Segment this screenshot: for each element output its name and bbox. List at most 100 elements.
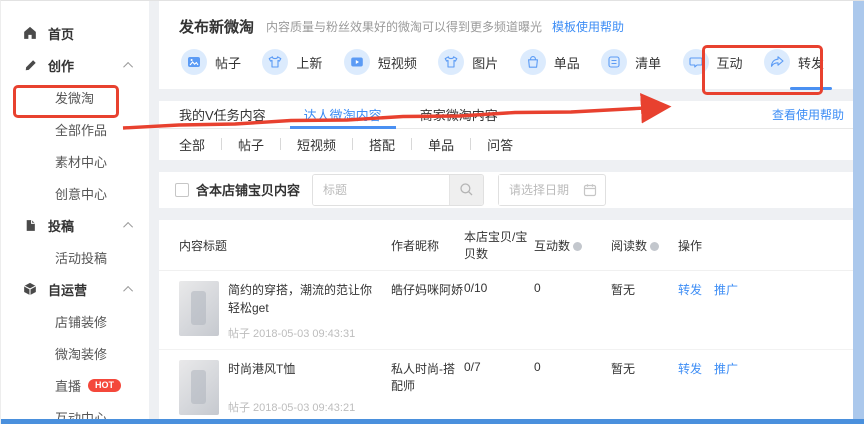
sidebar-item-label: 素材中心	[55, 152, 107, 171]
publish-tab-short-video[interactable]: 短视频	[344, 49, 417, 75]
content-meta: 帖子 2018-05-03 09:43:21	[228, 391, 355, 415]
content-title[interactable]: 简约的穿搭，潮流的范让你轻松get	[228, 281, 377, 317]
table-row: 简约的穿搭，潮流的范让你轻松get 帖子 2018-05-03 09:43:31…	[159, 271, 864, 350]
column-header-reads: 阅读数	[611, 237, 678, 254]
publish-tab-label: 转发	[798, 53, 824, 72]
chevron-up-icon	[123, 285, 133, 295]
tab-label: 商家微淘内容	[420, 105, 498, 124]
reads-cell: 暂无	[611, 360, 678, 415]
sidebar-item-weitao-decoration[interactable]: 微淘装修	[1, 337, 149, 369]
filter-short-video[interactable]: 短视频	[297, 135, 336, 154]
publish-tab-label: 上新	[296, 53, 322, 72]
column-header-title: 内容标题	[179, 237, 391, 254]
column-header-interactions: 互动数	[534, 237, 611, 254]
sidebar-item-label: 首页	[48, 24, 74, 43]
section-divider	[159, 208, 864, 220]
sidebar-item-material-center[interactable]: 素材中心	[1, 145, 149, 177]
page-title: 发布新微淘	[179, 16, 254, 37]
chevron-up-icon	[123, 61, 133, 71]
chevron-up-icon	[123, 221, 133, 231]
tshirt-icon	[438, 49, 464, 75]
document-icon	[23, 218, 37, 232]
filter-all[interactable]: 全部	[179, 135, 205, 154]
sidebar-item-activity-submission[interactable]: 活动投稿	[1, 241, 149, 273]
sidebar-item-label: 自运营	[48, 280, 87, 299]
tab-daren-weitao-content[interactable]: 达人微淘内容	[304, 101, 382, 128]
publish-tab-interaction[interactable]: 互动	[683, 49, 743, 75]
publish-type-tabs: 帖子 上新 短视频 图	[159, 41, 864, 89]
search-button[interactable]	[449, 175, 483, 205]
publish-tab-label: 图片	[472, 53, 498, 72]
publish-tab-label: 帖子	[215, 53, 241, 72]
section-divider	[159, 89, 864, 101]
search-icon	[459, 182, 474, 197]
usage-help-link[interactable]: 查看使用帮助	[772, 106, 844, 123]
forward-link[interactable]: 转发	[678, 281, 702, 341]
window-edge-bottom	[1, 419, 864, 424]
reads-cell: 暂无	[611, 281, 678, 341]
row-thumbnail[interactable]	[179, 360, 219, 415]
date-picker-group	[498, 174, 606, 206]
template-help-link[interactable]: 模板使用帮助	[552, 18, 624, 35]
publish-tab-forward[interactable]: 转发	[764, 49, 824, 75]
filter-single-item[interactable]: 单品	[428, 135, 454, 154]
publish-tab-label: 短视频	[378, 53, 417, 72]
sidebar-item-all-works[interactable]: 全部作品	[1, 113, 149, 145]
filter-post[interactable]: 帖子	[238, 135, 264, 154]
sidebar-item-creative-center[interactable]: 创意中心	[1, 177, 149, 209]
interactions-cell: 0	[534, 360, 611, 415]
column-header-items: 本店宝贝/宝贝数	[464, 228, 534, 262]
actions-cell: 转发 推广	[678, 360, 844, 415]
tab-label: 达人微淘内容	[304, 105, 382, 124]
list-icon	[601, 49, 627, 75]
row-thumbnail[interactable]	[179, 281, 219, 336]
shopping-bag-icon	[520, 49, 546, 75]
title-search-group	[312, 174, 484, 206]
table-header-row: 内容标题 作者昵称 本店宝贝/宝贝数 互动数 阅读数 操作	[159, 220, 864, 271]
search-bar: 含本店铺宝贝内容	[159, 172, 864, 208]
author-cell: 皓仔妈咪阿娇	[391, 281, 464, 341]
sidebar-item-self-operation[interactable]: 自运营	[1, 273, 149, 305]
sidebar-item-label: 创作	[48, 56, 74, 75]
page-header: 发布新微淘 内容质量与粉丝效果好的微淘可以得到更多频道曝光 模板使用帮助	[159, 1, 864, 41]
tab-merchant-weitao-content[interactable]: 商家微淘内容	[420, 101, 498, 128]
publish-tab-post[interactable]: 帖子	[181, 49, 241, 75]
sidebar-item-submission[interactable]: 投稿	[1, 209, 149, 241]
include-shop-items-checkbox[interactable]	[175, 183, 189, 197]
sidebar-item-live[interactable]: 直播 HOT	[1, 369, 149, 401]
forward-link[interactable]: 转发	[678, 360, 702, 415]
filter-separator	[411, 138, 412, 150]
tab-my-v-task-content[interactable]: 我的V任务内容	[179, 101, 266, 128]
sidebar-item-shop-decoration[interactable]: 店铺装修	[1, 305, 149, 337]
publish-tab-list[interactable]: 清单	[601, 49, 661, 75]
sidebar-item-label: 店铺装修	[55, 312, 107, 331]
video-icon	[344, 49, 370, 75]
hot-badge: HOT	[88, 379, 121, 392]
sidebar-item-home[interactable]: 首页	[1, 17, 149, 49]
tab-label: 我的V任务内容	[179, 105, 266, 124]
date-picker-input[interactable]	[499, 175, 583, 205]
sidebar-item-fa-weitao[interactable]: 发微淘	[1, 81, 149, 113]
filter-qa[interactable]: 问答	[487, 135, 513, 154]
content-source-tabs: 我的V任务内容 达人微淘内容 商家微淘内容 查看使用帮助	[159, 101, 864, 129]
content-title[interactable]: 时尚港风T恤	[228, 360, 355, 378]
interactions-cell: 0	[534, 281, 611, 341]
items-count-cell: 0/7	[464, 360, 534, 415]
chat-bubble-icon	[683, 49, 709, 75]
publish-tab-new-arrival[interactable]: 上新	[262, 49, 322, 75]
pencil-icon	[23, 58, 37, 72]
promote-link[interactable]: 推广	[714, 281, 738, 341]
title-search-input[interactable]	[313, 175, 449, 205]
info-icon[interactable]	[650, 242, 659, 251]
promote-link[interactable]: 推广	[714, 360, 738, 415]
publish-tab-image[interactable]: 图片	[438, 49, 498, 75]
sidebar-item-create[interactable]: 创作	[1, 49, 149, 81]
info-icon[interactable]	[573, 242, 582, 251]
content-meta: 帖子 2018-05-03 09:43:31	[228, 317, 377, 341]
filter-outfit[interactable]: 搭配	[369, 135, 395, 154]
column-header-actions: 操作	[678, 237, 844, 254]
tshirt-icon	[262, 49, 288, 75]
column-header-author: 作者昵称	[391, 237, 464, 254]
publish-tab-single-item[interactable]: 单品	[520, 49, 580, 75]
sidebar-item-label: 投稿	[48, 216, 74, 235]
